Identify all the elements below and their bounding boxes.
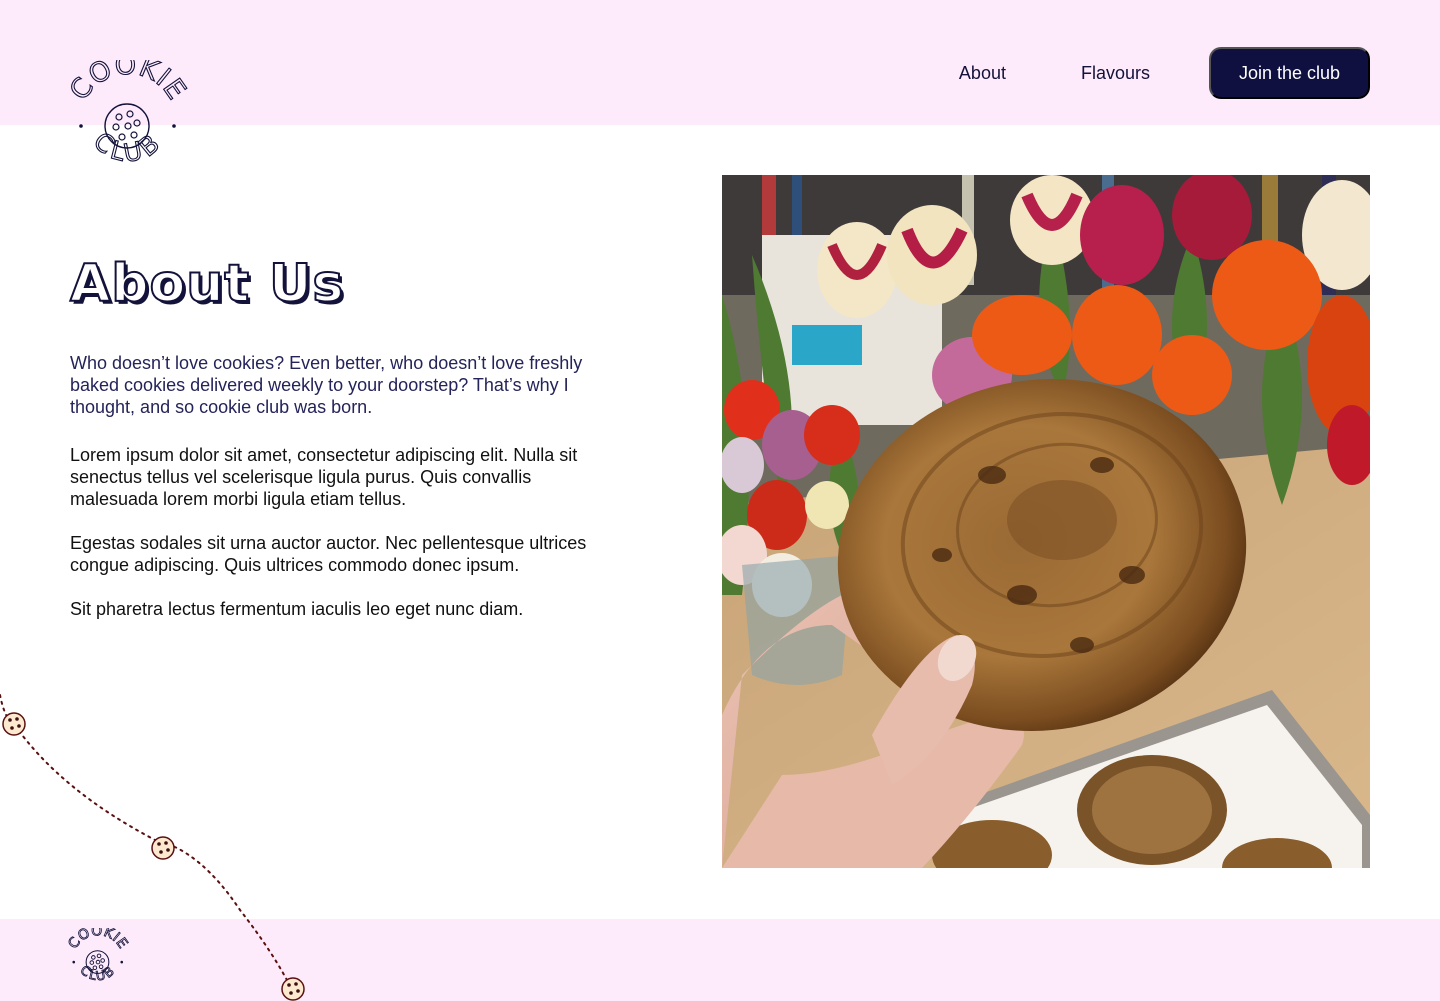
cookie-icon <box>151 836 175 860</box>
svg-text:COOKIE: COOKIE <box>66 928 130 952</box>
footer-cookie-club-logo[interactable]: COOKIE CLUB <box>65 923 131 992</box>
page-title: About Us <box>69 253 345 315</box>
cookie-icon <box>2 712 26 736</box>
cookie-photo-image <box>722 175 1370 868</box>
cookie-trail <box>0 694 305 1001</box>
svg-text:CLUB: CLUB <box>88 126 168 168</box>
cookie-club-logo-icon: COOKIE CLUB <box>63 49 191 169</box>
main-nav: About Flavours Join the club <box>959 47 1370 99</box>
cookie-club-logo[interactable]: COOKIE CLUB <box>63 49 191 184</box>
intro-paragraph: Who doesn’t love cookies? Even better, w… <box>70 353 583 417</box>
body-paragraph: Egestas sodales sit urna auctor auctor. … <box>70 533 587 575</box>
svg-text:COOKIE: COOKIE <box>66 60 190 106</box>
body-paragraph: Sit pharetra lectus fermentum iaculis le… <box>70 599 524 619</box>
join-the-club-button[interactable]: Join the club <box>1209 47 1370 99</box>
nav-link-about[interactable]: About <box>959 47 1006 99</box>
cookie-photo <box>722 175 1370 868</box>
body-paragraph: Lorem ipsum dolor sit amet, consectetur … <box>70 445 578 509</box>
nav-link-flavours[interactable]: Flavours <box>1081 47 1150 99</box>
about-copy: Who doesn’t love cookies? Even better, w… <box>70 352 610 642</box>
cookie-icon <box>281 977 305 1001</box>
cookie-club-logo-icon: COOKIE CLUB <box>65 923 131 985</box>
